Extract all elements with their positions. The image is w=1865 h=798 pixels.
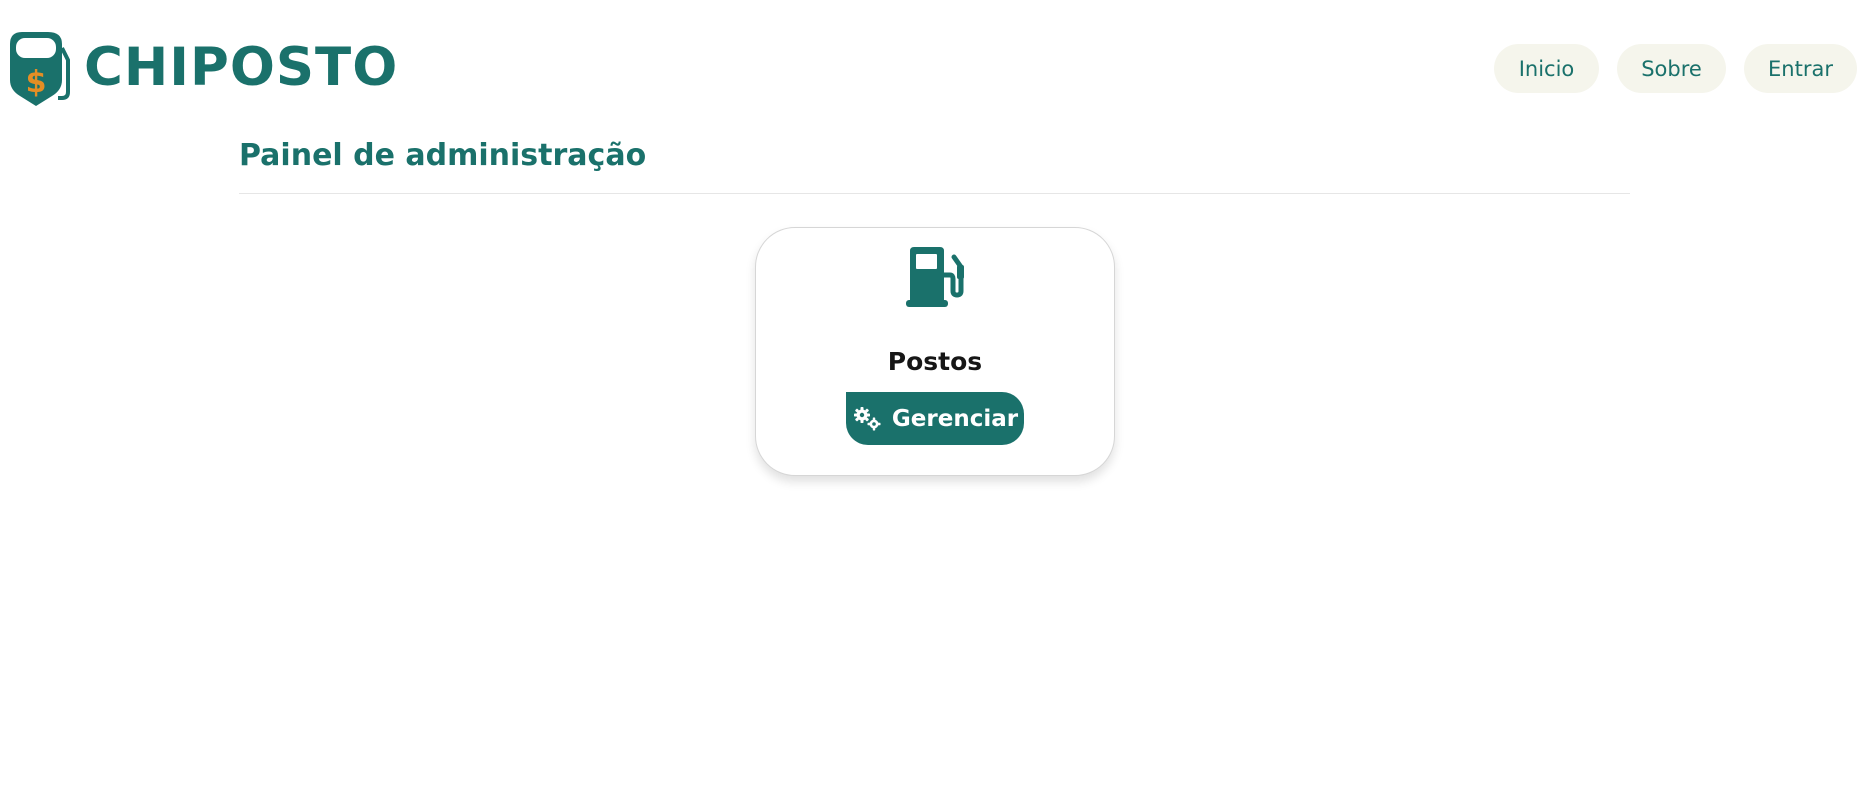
logo[interactable]: $ CHIPOSTO	[4, 30, 398, 106]
top-nav: Inicio Sobre Entrar	[1494, 44, 1857, 93]
gas-pump-icon	[906, 247, 964, 307]
page-title: Painel de administração	[239, 138, 647, 173]
card-title: Postos	[887, 347, 983, 376]
page: $ CHIPOSTO Inicio Sobre Entrar Painel de…	[0, 0, 1865, 798]
nav-inicio-button[interactable]: Inicio	[1494, 44, 1599, 93]
manage-button[interactable]: Gerenciar	[846, 392, 1024, 445]
nav-sobre-button[interactable]: Sobre	[1617, 44, 1726, 93]
nav-entrar-button[interactable]: Entrar	[1744, 44, 1857, 93]
header: $ CHIPOSTO Inicio Sobre Entrar	[0, 0, 1865, 130]
cogs-icon	[853, 406, 881, 430]
manage-button-label: Gerenciar	[891, 405, 1019, 432]
title-divider	[239, 193, 1630, 194]
postos-card: Postos Gerenciar	[755, 227, 1115, 476]
brand-name: CHIPOSTO	[84, 37, 399, 98]
svg-text:$: $	[26, 65, 47, 100]
logo-pin-icon: $	[10, 32, 70, 106]
